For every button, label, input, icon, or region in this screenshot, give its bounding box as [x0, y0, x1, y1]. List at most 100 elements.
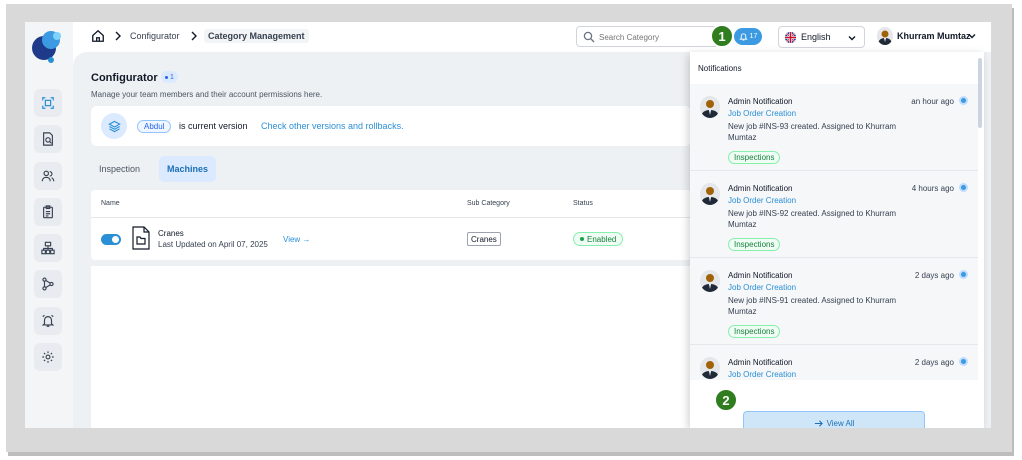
tab-machines[interactable]: Machines: [159, 156, 217, 182]
last-updated: Last Updated on April 07, 2025: [158, 240, 268, 249]
alarm-icon: [41, 314, 55, 327]
app-logo[interactable]: [29, 28, 63, 64]
notification-tag: Inspections: [728, 151, 781, 164]
folder-file-icon: [132, 226, 150, 250]
view-all-button[interactable]: View All: [743, 411, 925, 428]
app-window: Configurator Category Management 17 Engl…: [25, 22, 991, 428]
notification-time: an hour ago: [911, 97, 954, 106]
chevron-right-icon: [115, 31, 121, 41]
sidebar-item-workflow[interactable]: [34, 270, 62, 298]
notification-title: Admin Notification: [728, 271, 793, 280]
notifications-scrollbar[interactable]: [978, 58, 982, 128]
notification-title: Admin Notification: [728, 358, 793, 367]
notification-item[interactable]: Admin Notification 2 days ago Job Order …: [690, 258, 978, 345]
notifications-panel: Notifications Admin Notification an hour…: [690, 52, 984, 428]
search-box[interactable]: [576, 26, 726, 47]
page-subtitle: Manage your team members and their accou…: [91, 90, 323, 99]
clipboard-icon: [43, 205, 53, 219]
sidebar-item-hierarchy[interactable]: [34, 234, 62, 262]
unread-dot: [959, 270, 968, 279]
unread-dot: [959, 96, 968, 105]
avatar: [700, 357, 720, 379]
chevron-down-icon: [848, 36, 856, 41]
notification-type[interactable]: Job Order Creation: [728, 109, 796, 118]
version-text: is current version: [179, 121, 248, 131]
version-card: Abdul is current version Check other ver…: [91, 106, 691, 146]
notifications-list[interactable]: Admin Notification an hour ago Job Order…: [690, 84, 978, 380]
grid-scan-icon: [42, 97, 54, 109]
version-history-link[interactable]: Check other versions and rollbacks.: [261, 121, 404, 131]
category-name: Cranes: [158, 229, 184, 238]
unread-dot: [959, 357, 968, 366]
category-table: Name Sub Category Status Cranes Last Upd…: [91, 190, 691, 260]
chevron-down-icon[interactable]: [967, 31, 977, 41]
sidebar-item-reports[interactable]: [34, 125, 62, 153]
sub-category-chip: Cranes: [467, 232, 501, 246]
notification-time: 2 days ago: [914, 358, 954, 367]
notification-message: New job #INS-93 created. Assigned to Khu…: [728, 122, 897, 142]
notification-type[interactable]: Job Order Creation: [728, 196, 796, 205]
notification-item[interactable]: Admin Notification 2 days ago Job Order …: [690, 345, 978, 380]
branch-icon: [42, 277, 54, 291]
user-avatar[interactable]: [877, 27, 893, 45]
count-badge-value: 1: [170, 73, 174, 81]
notification-type[interactable]: Job Order Creation: [728, 283, 796, 292]
view-link-label: View: [283, 235, 301, 244]
search-input[interactable]: [599, 30, 719, 44]
table-empty-area: [91, 266, 691, 428]
page-title: Configurator: [91, 72, 158, 84]
unread-dot: [959, 183, 968, 192]
notification-title: Admin Notification: [728, 184, 793, 193]
sidebar-item-users[interactable]: [34, 162, 62, 190]
avatar: [700, 96, 720, 118]
uk-flag-icon: [785, 32, 796, 43]
layers-icon: [101, 113, 127, 139]
sidebar-item-alerts[interactable]: [34, 307, 62, 335]
column-header-status: Status: [573, 200, 593, 207]
chevron-right-icon: [191, 31, 197, 41]
gear-icon: [42, 351, 54, 363]
notifications-count: 17: [749, 33, 758, 40]
sidebar: [25, 22, 73, 428]
breadcrumb-configurator[interactable]: Configurator: [130, 31, 180, 41]
view-link[interactable]: View →: [283, 235, 310, 244]
notification-title: Admin Notification: [728, 97, 793, 106]
sidebar-item-tasks[interactable]: [34, 198, 62, 226]
document-search-icon: [43, 132, 53, 146]
status-label: Enabled: [587, 234, 617, 244]
language-label: English: [801, 32, 831, 42]
arrow-right-icon: [814, 419, 823, 427]
language-select[interactable]: English: [778, 26, 865, 48]
notification-tag: Inspections: [728, 325, 781, 338]
tab-inspection[interactable]: Inspection: [91, 156, 148, 182]
home-icon[interactable]: [91, 29, 105, 43]
sidebar-item-settings[interactable]: [34, 343, 62, 371]
bell-icon: [738, 33, 748, 41]
notification-tag: Inspections: [728, 238, 781, 251]
column-header-sub-category: Sub Category: [467, 200, 510, 207]
column-header-name: Name: [101, 200, 120, 207]
notifications-title: Notifications: [698, 64, 742, 73]
version-chip: Abdul: [137, 120, 172, 133]
breadcrumb-category-management: Category Management: [204, 29, 309, 43]
view-all-label: View All: [826, 418, 855, 428]
status-badge: Enabled: [573, 232, 624, 246]
callout-marker-1: 1: [710, 24, 734, 48]
notification-message: New job #INS-91 created. Assigned to Khu…: [728, 296, 897, 316]
notification-item[interactable]: Admin Notification an hour ago Job Order…: [690, 84, 978, 171]
hierarchy-icon: [41, 241, 55, 255]
callout-marker-2: 2: [714, 388, 738, 412]
avatar: [700, 183, 720, 205]
notification-time: 2 days ago: [914, 271, 954, 280]
notification-message: New job #INS-92 created. Assigned to Khu…: [728, 209, 897, 229]
notification-time: 4 hours ago: [911, 184, 954, 193]
sidebar-item-configurator[interactable]: [34, 89, 62, 117]
users-icon: [41, 170, 55, 182]
count-badge: 1: [161, 71, 178, 83]
notifications-button[interactable]: 17: [734, 28, 762, 45]
avatar: [700, 270, 720, 292]
user-name[interactable]: Khurram Mumtaz: [897, 31, 971, 41]
enable-toggle[interactable]: [101, 234, 121, 245]
notification-item[interactable]: Admin Notification 4 hours ago Job Order…: [690, 171, 978, 258]
notification-type[interactable]: Job Order Creation: [728, 370, 796, 379]
